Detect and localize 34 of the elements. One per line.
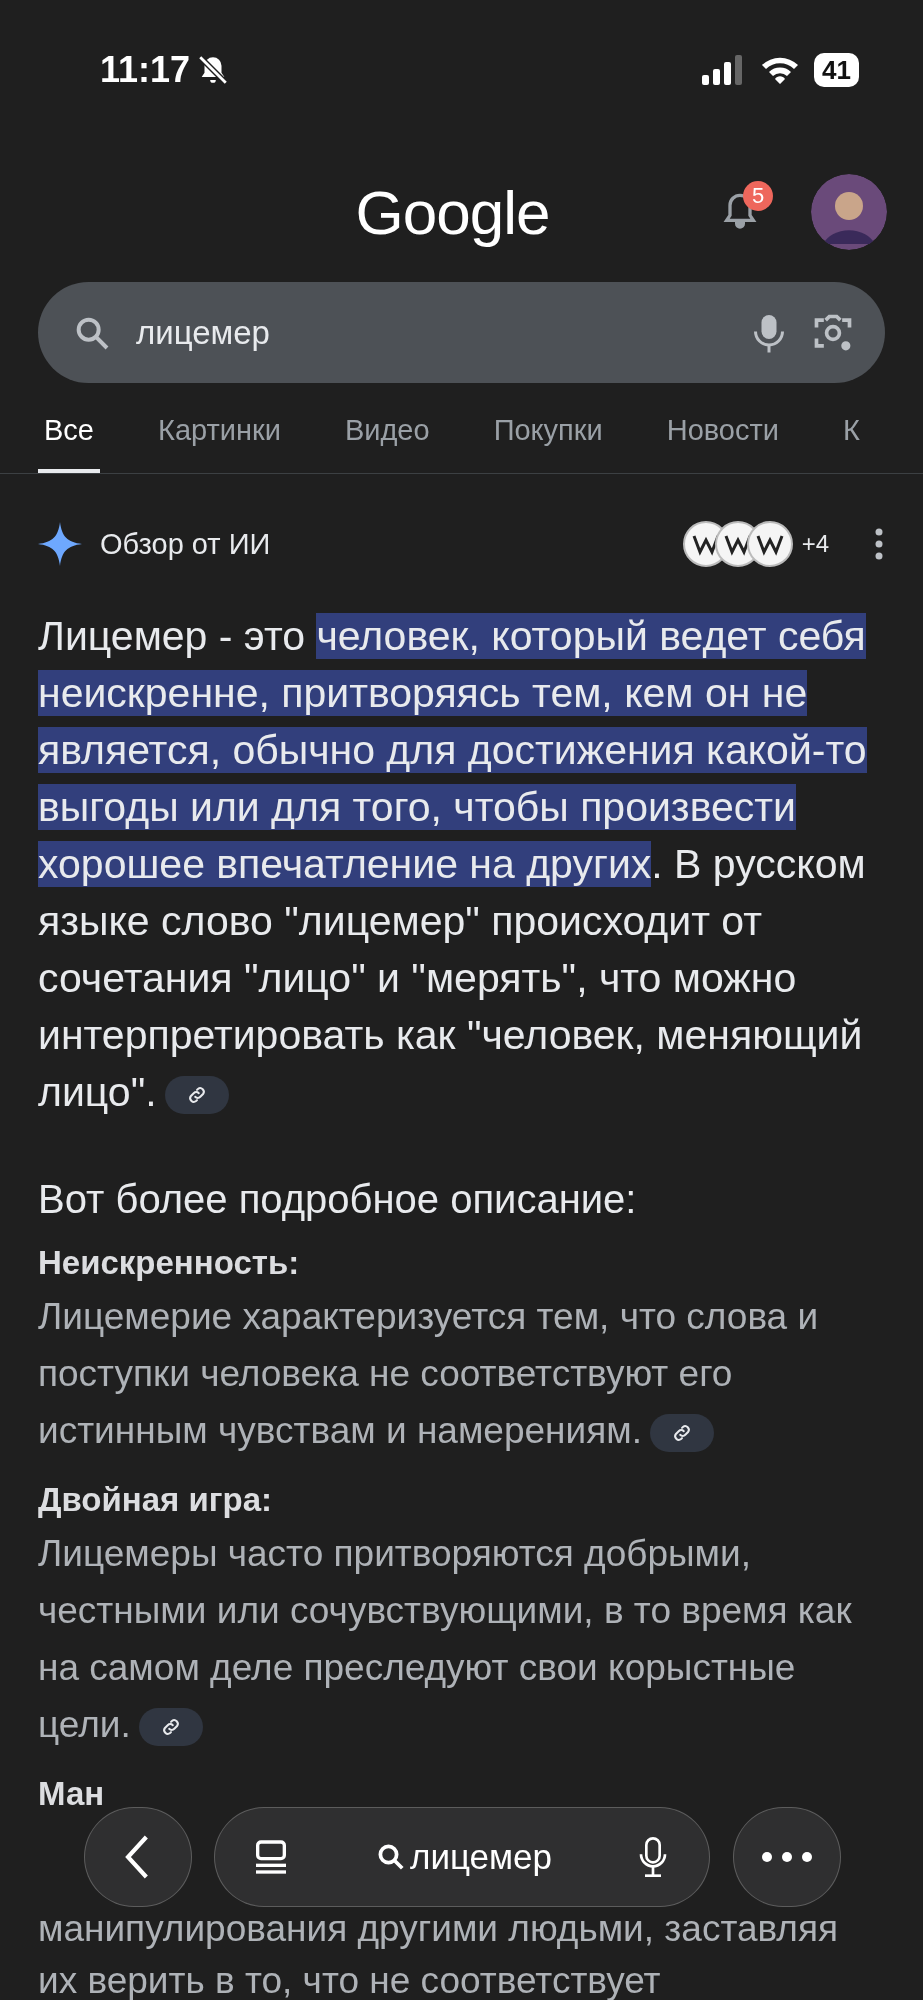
point-text: манипулирования другими людьми, заставляя — [38, 1907, 839, 1951]
tab[interactable]: Картинки — [152, 413, 287, 473]
tab[interactable]: К — [836, 413, 866, 473]
tab[interactable]: Покупки — [487, 413, 609, 473]
ellipsis-icon — [761, 1851, 813, 1863]
point-title: Неискренность: — [38, 1244, 301, 1282]
link-button[interactable] — [138, 1708, 203, 1747]
avatar[interactable] — [811, 174, 887, 250]
ai-overview-title: Обзор от ИИ — [100, 527, 272, 561]
more-options-icon[interactable] — [873, 527, 885, 561]
battery-indicator: 41 — [814, 53, 859, 87]
tab[interactable]: Новости — [660, 413, 785, 473]
overview-paragraph: Лицемер - это человек, который ведет себя неискренне, притворяясь тем, кем он не является, обычно для достижения какой-то выгоды или для того, чтобы произвести хорошее впечатление на других. В русском языке слово "лицемер" происходит от сочетания "лицо" и "мерять", что можно интерпретировать как "человек, меняющий лицо". — [37, 612, 868, 1117]
source-icons[interactable] — [681, 520, 794, 568]
clock: 11:17 — [100, 49, 191, 91]
more-sources-count[interactable]: +4 — [801, 530, 829, 558]
search-field[interactable]: лицемер — [38, 282, 885, 383]
query-text: лицемер — [409, 1837, 553, 1877]
point-title: Ман — [38, 1775, 106, 1813]
point-text: Лицемерие характеризуется тем, что слова и поступки человека не соответствуют его истинным чувствам и намерениям. — [38, 1295, 820, 1455]
link-button[interactable] — [164, 1076, 229, 1115]
point-title: Двойная игра: — [38, 1481, 274, 1519]
wifi-icon — [760, 55, 801, 85]
section-heading: Вот более подробное описание: — [37, 1176, 638, 1222]
google-logo: Google — [354, 176, 551, 248]
microphone-icon[interactable] — [637, 1835, 669, 1879]
tab[interactable]: Все — [38, 413, 100, 473]
sparkle-icon — [38, 522, 82, 566]
address-bar[interactable]: лицемер — [214, 1807, 710, 1907]
search-icon — [375, 1842, 406, 1872]
tab[interactable]: Видео — [338, 413, 436, 473]
link-button[interactable] — [649, 1414, 714, 1453]
point-text: Лицемеры часто притворяются добрыми, честными или сочувствующими, в то время как на самом деле преследуют свои корыстные цели. — [38, 1532, 853, 1749]
notification-badge: 5 — [743, 181, 773, 211]
